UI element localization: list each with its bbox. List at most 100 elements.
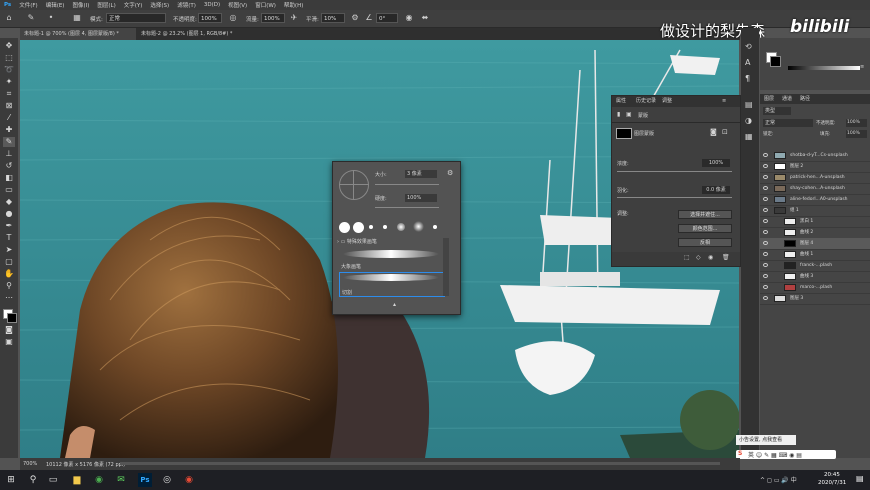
- size-slider-track[interactable]: [375, 184, 439, 185]
- gear-icon[interactable]: ⚙: [350, 13, 360, 23]
- brush-preset-icon[interactable]: •: [46, 13, 56, 23]
- color-range-button[interactable]: 颜色范围...: [678, 224, 732, 233]
- hand-tool-icon[interactable]: ✋: [3, 269, 15, 279]
- background-color-swatch[interactable]: [7, 313, 17, 323]
- home-icon[interactable]: ⌂: [4, 13, 14, 23]
- mode-select[interactable]: 正常: [106, 13, 166, 23]
- menu-view[interactable]: 视图(V): [224, 1, 251, 9]
- angle-icon[interactable]: ∠: [364, 13, 374, 23]
- blur-tool-icon[interactable]: ◆: [3, 197, 15, 207]
- frame-tool-icon[interactable]: ⊠: [3, 101, 15, 111]
- symmetry-icon[interactable]: ⬌: [420, 13, 430, 23]
- notification-icon[interactable]: ▤: [856, 474, 864, 483]
- task-view-icon[interactable]: ▭: [46, 473, 60, 487]
- feather-field[interactable]: 0.0 像素: [702, 186, 730, 194]
- layer-opacity-field[interactable]: 100%: [846, 119, 867, 127]
- gradient-tool-icon[interactable]: ▭: [3, 185, 15, 195]
- invert-button[interactable]: 反相: [678, 238, 732, 247]
- sogou-icon[interactable]: S: [738, 450, 742, 457]
- brush-tip-soft[interactable]: [397, 223, 405, 231]
- tab-history[interactable]: 历史记录: [636, 96, 656, 107]
- vector-mask-icon[interactable]: ⊡: [722, 128, 728, 136]
- adjustments-icon[interactable]: ◑: [745, 116, 752, 125]
- crop-tool-icon[interactable]: ⌗: [3, 89, 15, 99]
- fill-field[interactable]: 100%: [846, 130, 867, 138]
- ps-logo-icon[interactable]: Ps: [0, 2, 15, 8]
- windows-start-icon[interactable]: ⊞: [4, 473, 18, 487]
- brush-tool-icon[interactable]: ✎: [26, 13, 36, 23]
- zoom-level[interactable]: 700%: [23, 461, 37, 467]
- clone-stamp-tool-icon[interactable]: ⊥: [3, 149, 15, 159]
- ime-icons[interactable]: 英 ☺ ✎ ▦ ⌨ ◉ ▤: [748, 450, 802, 459]
- select-and-mask-button[interactable]: 选择并遮住...: [678, 210, 732, 219]
- menu-file[interactable]: 文件(F): [15, 1, 41, 9]
- netease-music-icon[interactable]: ◉: [182, 473, 196, 487]
- smoothing-field[interactable]: 10%: [321, 13, 345, 23]
- tab-channels[interactable]: 通道: [782, 94, 792, 104]
- brush-stroke-preview-1[interactable]: [343, 250, 439, 258]
- pen-tool-icon[interactable]: ✒: [3, 221, 15, 231]
- select-mask-icon[interactable]: ◙: [710, 128, 717, 136]
- panel-menu-icon[interactable]: ≡: [722, 96, 726, 107]
- history-brush-tool-icon[interactable]: ↺: [3, 161, 15, 171]
- character-icon[interactable]: A: [745, 58, 750, 67]
- layer-visibility-eye-icon[interactable]: [763, 153, 768, 157]
- layer-visibility-eye-icon[interactable]: [763, 252, 768, 256]
- lasso-tool-icon[interactable]: ➰: [3, 65, 15, 75]
- tab-document-2[interactable]: 未标题-2 @ 23.2% (图层 1, RGB/8#) *: [137, 28, 253, 40]
- zoom-tool-icon[interactable]: ⚲: [3, 281, 15, 291]
- layer-visibility-eye-icon[interactable]: [763, 263, 768, 267]
- document-info[interactable]: 10112 像素 x 5176 像素 (72 ppi): [46, 461, 125, 468]
- eraser-tool-icon[interactable]: ◧: [3, 173, 15, 183]
- gear-icon[interactable]: ⚙: [447, 169, 453, 177]
- pressure-size-icon[interactable]: ◉: [404, 13, 414, 23]
- menu-type[interactable]: 文字(Y): [120, 1, 147, 9]
- airbrush-icon[interactable]: ✈: [289, 13, 299, 23]
- density-slider[interactable]: [617, 171, 732, 172]
- tab-properties[interactable]: 属性: [616, 96, 626, 107]
- layer-visibility-eye-icon[interactable]: [763, 175, 768, 179]
- feather-slider[interactable]: [617, 197, 732, 198]
- tab-paths[interactable]: 路径: [800, 94, 810, 104]
- pressure-opacity-icon[interactable]: ◎: [228, 13, 238, 23]
- tab-document-1[interactable]: 未标题-1 @ 700% (图层 4, 图层蒙版/8) *: [20, 28, 136, 40]
- resize-handle-icon[interactable]: ▴: [393, 301, 396, 308]
- brush-tip-small[interactable]: [369, 225, 373, 229]
- layer-visibility-eye-icon[interactable]: [763, 197, 768, 201]
- flow-field[interactable]: 100%: [261, 13, 285, 23]
- layer-visibility-eye-icon[interactable]: [763, 208, 768, 212]
- quick-mask-icon[interactable]: ◙: [3, 325, 15, 335]
- paragraph-icon[interactable]: ¶: [745, 74, 750, 83]
- history-icon[interactable]: ⟲: [745, 42, 752, 51]
- menu-filter[interactable]: 滤镜(T): [173, 1, 200, 9]
- hardness-field[interactable]: 100%: [405, 194, 437, 202]
- brush-tip-hard-round[interactable]: [339, 222, 350, 233]
- trash-icon[interactable]: 🗑: [722, 254, 730, 261]
- brush-list-scrollbar[interactable]: [443, 238, 449, 296]
- layer-visibility-eye-icon[interactable]: [763, 285, 768, 289]
- size-field[interactable]: 3 像素: [405, 170, 437, 178]
- app-icon[interactable]: ◎: [160, 473, 174, 487]
- menu-edit[interactable]: 编辑(E): [42, 1, 69, 9]
- move-tool-icon[interactable]: ✥: [3, 41, 15, 51]
- apply-mask-icon[interactable]: ◇: [696, 254, 701, 261]
- wechat-icon[interactable]: ✉: [114, 473, 128, 487]
- layer-visibility-eye-icon[interactable]: [763, 274, 768, 278]
- menu-image[interactable]: 图像(I): [68, 1, 93, 9]
- eyedropper-tool-icon[interactable]: ⁄: [3, 113, 15, 123]
- libraries-icon[interactable]: ▦: [745, 132, 753, 141]
- properties-icon[interactable]: ▤: [745, 100, 753, 109]
- taskbar-date[interactable]: 2020/7/31: [818, 480, 846, 486]
- brush-tip-soft-large[interactable]: [413, 221, 424, 232]
- eye-icon[interactable]: ◉: [708, 254, 713, 261]
- layer-visibility-eye-icon[interactable]: [763, 230, 768, 234]
- angle-field[interactable]: 0°: [376, 13, 398, 23]
- layer-filter-select[interactable]: 类型: [763, 107, 791, 115]
- brush-angle-preview[interactable]: [339, 170, 369, 200]
- brush-tool-icon[interactable]: ✎: [3, 137, 15, 147]
- brush-settings-icon[interactable]: ▦: [72, 13, 82, 23]
- brush-group-elephant-label[interactable]: 大象画笔: [341, 263, 361, 270]
- panel-menu-icon[interactable]: ≡: [860, 64, 864, 70]
- layer-visibility-eye-icon[interactable]: [763, 296, 768, 300]
- layer-row[interactable]: 图层 3: [760, 293, 870, 305]
